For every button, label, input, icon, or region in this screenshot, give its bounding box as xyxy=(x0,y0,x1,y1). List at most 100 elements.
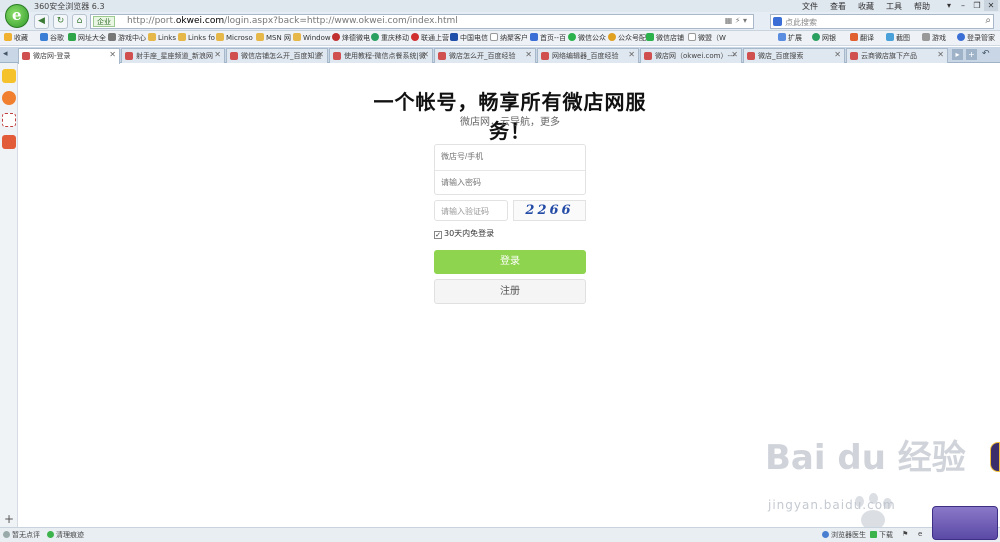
tab-item[interactable]: 微信店铺怎么开_百度知道 ✕ xyxy=(226,48,328,63)
address-bar[interactable]: 企业 http://port.okwei.com/login.aspx?back… xyxy=(90,14,754,29)
verify-code-input[interactable]: 请输入验证码 xyxy=(434,200,508,221)
undo-close-icon[interactable]: ↶ xyxy=(982,49,990,59)
menu-file[interactable]: 文件 xyxy=(802,1,818,12)
close-tab-icon[interactable]: ✕ xyxy=(525,50,532,59)
close-tab-icon[interactable]: ✕ xyxy=(214,50,221,59)
shopping-icon[interactable] xyxy=(2,135,16,149)
status-bar: 暂无点评 清理痕迹 浏览器医生 下载 ⚑ e xyxy=(0,527,1000,542)
maximize-button[interactable]: ❐ xyxy=(970,0,984,11)
menu-tools[interactable]: 工具 xyxy=(886,1,902,12)
favorites-star-icon[interactable] xyxy=(2,69,16,83)
secure-badge[interactable]: 企业 xyxy=(93,16,115,27)
tab-item[interactable]: 云商微店旗下产品 ✕ xyxy=(846,48,948,63)
ie-icon[interactable]: e xyxy=(918,530,922,538)
checkbox-icon[interactable]: ✓ xyxy=(434,231,442,239)
bookmark-item[interactable]: 联通上营 xyxy=(411,33,449,43)
skin-dropdown-button[interactable]: ▾ xyxy=(942,0,956,11)
login-form xyxy=(434,144,586,195)
browser-logo-icon[interactable]: e xyxy=(5,4,29,28)
captcha-image[interactable]: 2266 xyxy=(513,200,586,221)
bookmark-item[interactable]: 公众号配 xyxy=(608,33,646,43)
netbank-button[interactable]: 网银 xyxy=(812,33,836,43)
tab-item[interactable]: 网络编辑器_百度经验 ✕ xyxy=(537,48,639,63)
close-button[interactable]: ✕ xyxy=(984,0,998,11)
remember-login[interactable]: ✓ 30天内免登录 xyxy=(434,228,494,239)
bookmark-item[interactable]: 微盟（W xyxy=(688,33,726,43)
window-controls: ▾ – ❐ ✕ xyxy=(942,0,998,11)
new-tab-icon[interactable]: + xyxy=(966,49,977,60)
bookmark-item[interactable]: 游戏中心 xyxy=(108,33,146,43)
close-tab-icon[interactable]: ✕ xyxy=(731,50,738,59)
bookmark-item[interactable]: 谷歌 xyxy=(40,33,64,43)
tab-weidian-login[interactable]: 微店网-登录 ✕ xyxy=(18,48,120,64)
search-engine-icon[interactable] xyxy=(773,17,782,26)
close-tab-icon[interactable]: ✕ xyxy=(834,50,841,59)
page-subheadline: 微店网，云导航，更多 xyxy=(460,117,560,128)
bookmark-item[interactable]: 微信店铺 xyxy=(646,33,684,43)
close-tab-icon[interactable]: ✕ xyxy=(937,50,944,59)
menu-view[interactable]: 查看 xyxy=(830,1,846,12)
review-status[interactable]: 暂无点评 xyxy=(3,530,40,540)
bookmark-item[interactable]: 烽德微电 xyxy=(332,33,370,43)
floating-widget[interactable] xyxy=(990,442,1000,472)
flag-icon[interactable]: ⚑ xyxy=(902,530,908,538)
url-text[interactable]: http://port.okwei.com/login.aspx?back=ht… xyxy=(127,16,458,26)
bookmark-item[interactable]: MSN 网 xyxy=(256,33,291,43)
account-input[interactable] xyxy=(441,152,579,161)
browser-doctor[interactable]: 浏览器医生 xyxy=(822,530,866,540)
bookmark-item[interactable]: 收藏 xyxy=(4,33,28,43)
tab-item[interactable]: 微店网（okwei.com）--- ✕ xyxy=(640,48,742,63)
clean-traces[interactable]: 清理痕迹 xyxy=(47,530,84,540)
screenshot-button[interactable]: 截图 xyxy=(886,33,910,43)
ime-toolbar[interactable] xyxy=(932,506,998,540)
menu-bar: 文件 查看 收藏 工具 帮助 xyxy=(802,1,930,12)
search-box[interactable]: 点此搜索 ⌕ xyxy=(770,14,994,29)
translate-button[interactable]: 翻译 xyxy=(850,33,874,43)
bookmark-item[interactable]: 网址大全 xyxy=(68,33,106,43)
tab-item[interactable]: 使用教程-微信点餐系统|微 ✕ xyxy=(329,48,433,63)
games-button[interactable]: 游戏 xyxy=(922,33,946,43)
window-title: 360安全浏览器 6.3 xyxy=(34,2,105,11)
menu-favorites[interactable]: 收藏 xyxy=(858,1,874,12)
password-input[interactable] xyxy=(441,178,579,187)
sidebar: + xyxy=(0,63,18,527)
tab-list-icon[interactable]: ▸ xyxy=(952,49,963,60)
search-icon[interactable]: ⌕ xyxy=(985,15,991,26)
downloads[interactable]: 下载 xyxy=(870,530,893,540)
bookmark-item[interactable]: Links fo xyxy=(178,33,215,42)
tab-item[interactable]: 微店怎么开_百度经验 ✕ xyxy=(434,48,536,63)
bookmark-item[interactable]: Links xyxy=(148,33,176,42)
back-icon[interactable]: ◀ xyxy=(34,14,49,29)
menu-help[interactable]: 帮助 xyxy=(914,1,930,12)
tab-scroll-left-icon[interactable]: ◂ xyxy=(3,49,8,59)
close-tab-icon[interactable]: ✕ xyxy=(628,50,635,59)
tab-strip: ◂ 微店网-登录 ✕ 射手座_星座频道_新浪网 ✕ 微信店铺怎么开_百度知道 ✕ 使用… xyxy=(0,47,1000,64)
weibo-icon[interactable] xyxy=(2,91,16,105)
login-manager-button[interactable]: 登录管家 xyxy=(957,33,995,43)
register-button[interactable]: 注册 xyxy=(434,279,586,304)
bookmark-item[interactable]: Window xyxy=(293,33,331,42)
minimize-button[interactable]: – xyxy=(956,0,970,11)
sidebar-add-icon[interactable]: + xyxy=(4,512,14,526)
bookmark-item[interactable]: 纳聚客户 xyxy=(490,33,528,43)
close-tab-icon[interactable]: ✕ xyxy=(317,50,324,59)
search-input[interactable]: 点此搜索 xyxy=(785,17,817,28)
field-divider xyxy=(435,170,585,171)
bookmark-item[interactable]: 重庆移动 xyxy=(371,33,409,43)
bookmark-item[interactable]: Microso xyxy=(216,33,253,42)
email-icon[interactable] xyxy=(2,113,16,127)
refresh-icon[interactable]: ↻ xyxy=(53,14,68,29)
bookmarks-bar: 收藏 谷歌 网址大全 游戏中心 Links Links fo Microso M… xyxy=(0,31,1000,46)
login-button[interactable]: 登录 xyxy=(434,250,586,274)
tab-item[interactable]: 微店_百度搜索 ✕ xyxy=(743,48,845,63)
home-icon[interactable]: ⌂ xyxy=(72,14,87,29)
bookmark-item[interactable]: 中国电信 xyxy=(450,33,488,43)
close-tab-icon[interactable]: ✕ xyxy=(422,50,429,59)
compat-mode-icon[interactable]: ▦ ⚡ ▾ xyxy=(725,16,747,25)
bookmark-item[interactable]: 首页--百 xyxy=(530,33,566,43)
close-tab-icon[interactable]: ✕ xyxy=(109,50,116,59)
tab-item[interactable]: 射手座_星座频道_新浪网 ✕ xyxy=(121,48,225,63)
title-bar: 360安全浏览器 6.3 文件 查看 收藏 工具 帮助 ▾ – ❐ ✕ xyxy=(0,0,1000,12)
extensions-button[interactable]: 扩展 xyxy=(778,33,802,43)
bookmark-item[interactable]: 微信公众 xyxy=(568,33,606,43)
